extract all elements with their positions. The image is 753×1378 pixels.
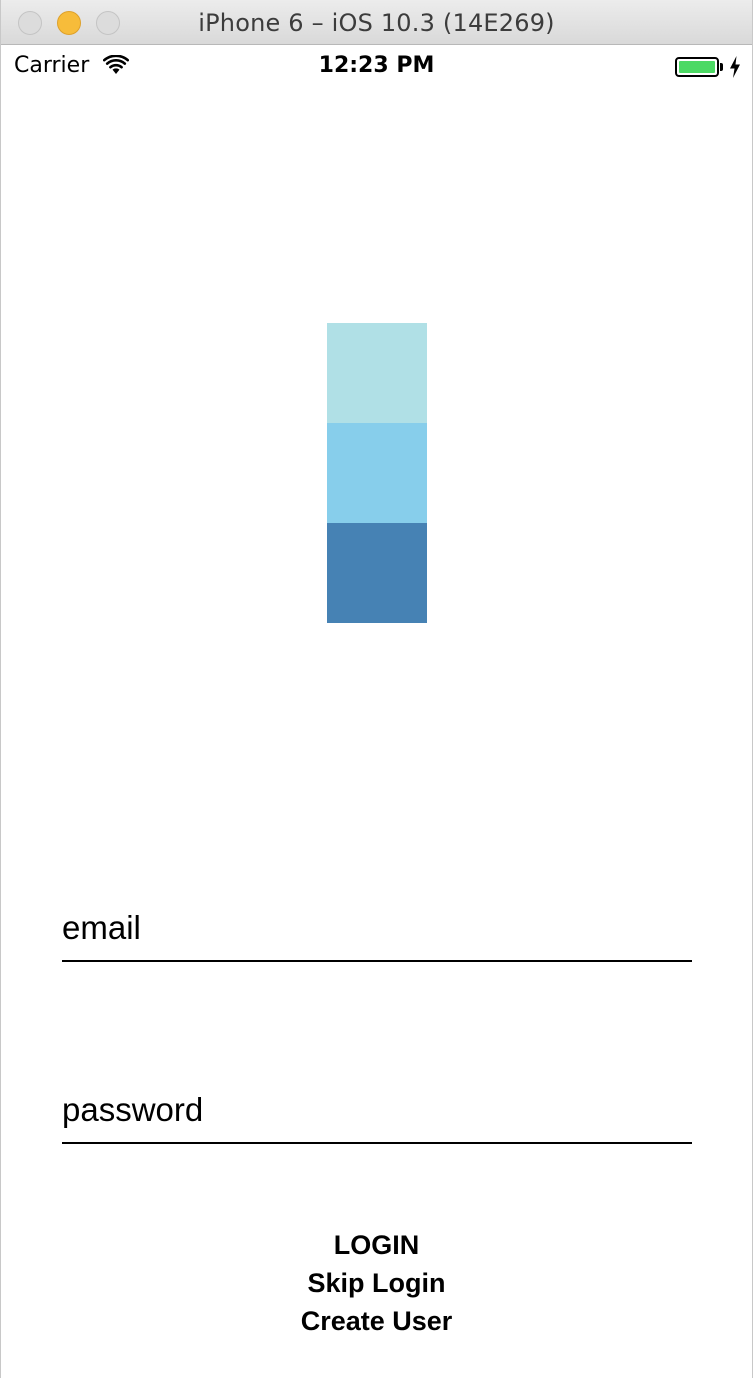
- create-user-button[interactable]: Create User: [1, 1303, 752, 1339]
- simulator-window: iPhone 6 – iOS 10.3 (14E269) Carrier 12:…: [0, 0, 753, 1378]
- logo-block-bottom: [327, 523, 427, 623]
- battery-tip: [720, 63, 723, 71]
- ios-status-bar: Carrier 12:23 PM: [1, 45, 752, 89]
- password-field[interactable]: [62, 1084, 692, 1144]
- email-field[interactable]: [62, 902, 692, 962]
- logo-block-top: [327, 323, 427, 423]
- battery-icon: [675, 57, 719, 77]
- skip-login-button[interactable]: Skip Login: [1, 1265, 752, 1301]
- status-time: 12:23 PM: [318, 53, 435, 78]
- window-title: iPhone 6 – iOS 10.3 (14E269): [198, 9, 555, 37]
- window-titlebar: iPhone 6 – iOS 10.3 (14E269): [1, 0, 752, 45]
- app-logo: [327, 323, 427, 623]
- logo-block-middle: [327, 423, 427, 523]
- battery-fill: [679, 61, 715, 73]
- charging-bolt-icon: [730, 56, 740, 78]
- login-button[interactable]: LOGIN: [1, 1227, 752, 1263]
